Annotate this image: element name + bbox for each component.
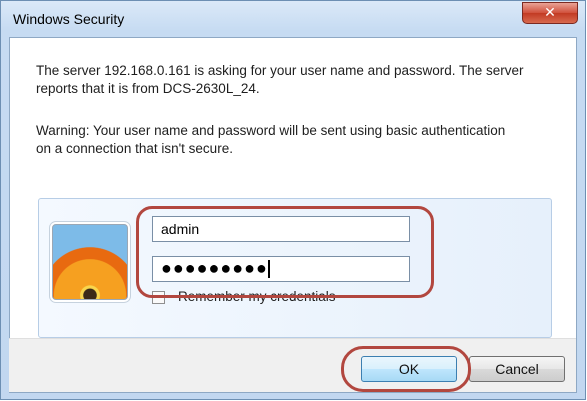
user-tile-flower-icon — [52, 224, 128, 300]
security-warning-message: Warning: Your user name and password wil… — [36, 123, 506, 156]
cancel-button[interactable]: Cancel — [469, 356, 565, 382]
credentials-highlight-annotation — [136, 206, 434, 298]
close-icon: ✕ — [544, 4, 556, 20]
server-request-message: The server 192.168.0.161 is asking for y… — [36, 63, 524, 96]
cancel-label: Cancel — [495, 361, 539, 377]
title-bar[interactable]: Windows Security ✕ — [1, 1, 585, 35]
dialog-title: Windows Security — [13, 11, 125, 27]
close-button[interactable]: ✕ — [522, 2, 578, 24]
ok-highlight-annotation — [341, 346, 471, 392]
